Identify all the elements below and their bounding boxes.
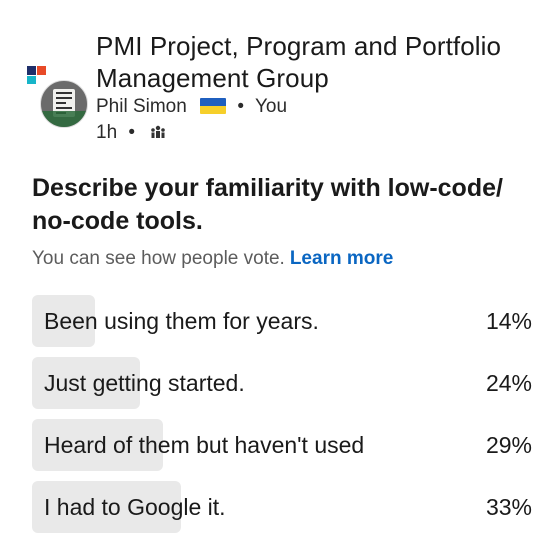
poll-option-label: Heard of them but haven't used [44,432,365,458]
poll-option-label: Been using them for years. [44,308,319,334]
poll-option-label: I had to Google it. [44,494,226,520]
post-time: 1h [96,122,118,143]
poll-option-percent: 29% [485,432,532,458]
poll-option[interactable]: Just getting started. 24% [32,357,532,409]
timestamp-row: 1h • [96,121,166,145]
poll-option-percent: 24% [485,370,532,396]
learn-more-link[interactable]: Learn more [290,248,393,269]
separator-dot: • [237,96,245,117]
poll-visibility-notice: You can see how people vote. Learn more [32,246,393,272]
visibility-text: You can see how people vote. [32,248,285,269]
relation-label: You [254,96,288,117]
pmi-logo-icon[interactable] [26,64,48,86]
poll-options: Been using them for years. 14% Just gett… [32,295,532,543]
group-icon [151,125,166,138]
group-name-link[interactable]: PMI Project, Program and Portfolio Manag… [96,30,536,94]
author-name[interactable]: Phil Simon [96,96,187,117]
poll-option-label: Just getting started. [44,370,245,396]
poll-option[interactable]: Been using them for years. 14% [32,295,532,347]
author-avatar[interactable] [40,80,88,128]
poll-option[interactable]: I had to Google it. 33% [32,481,532,533]
poll-option[interactable]: Heard of them but haven't used 29% [32,419,532,471]
poll-option-percent: 33% [485,494,532,520]
post-header: PMI Project, Program and Portfolio Manag… [0,0,548,160]
separator-dot: • [128,122,136,143]
poll-question: Describe your familiarity with low-code/… [32,174,503,235]
author-row: Phil Simon • You [96,95,287,119]
poll-option-percent: 14% [485,308,532,334]
ukraine-flag-icon [200,98,227,114]
